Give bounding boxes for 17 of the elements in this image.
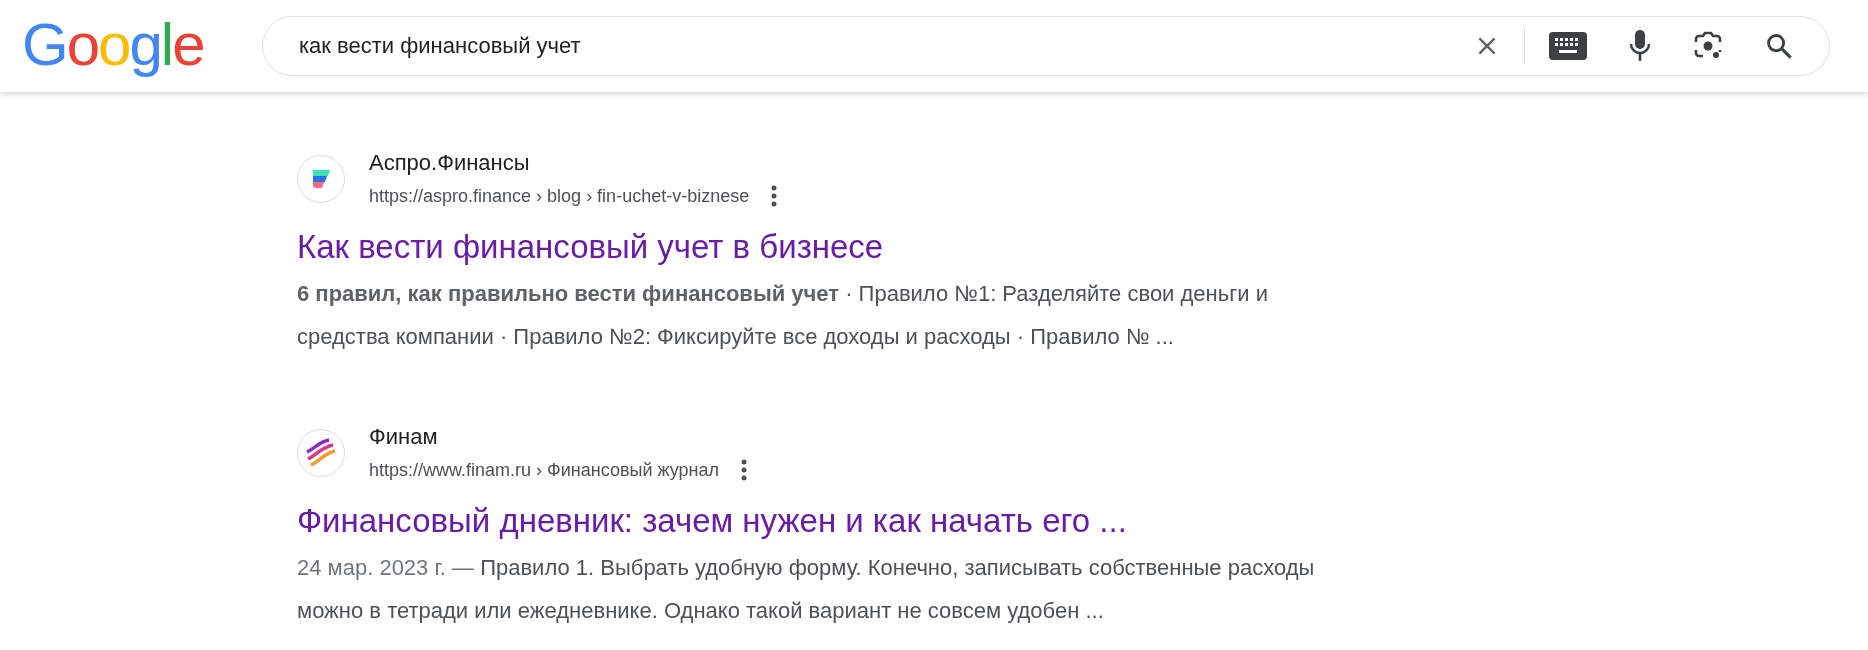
microphone-icon[interactable] [1629, 30, 1651, 62]
result-title-link[interactable]: Финансовый дневник: зачем нужен и как начать его ... [297, 500, 1127, 542]
more-options-icon[interactable] [740, 459, 747, 481]
keyboard-icon[interactable] [1549, 32, 1587, 60]
result-title-link[interactable]: Как вести финансовый учет в бизнесе [297, 226, 884, 268]
more-options-icon[interactable] [771, 185, 778, 207]
result-url[interactable]: https://www.finam.ru › Финансовый журнал [369, 456, 719, 484]
result-snippet: 24 мар. 2023 г. — Правило 1. Выбрать удобную форму. Конечно, записывать собственные расходы можно в тетради или ежедневнике. Однако такой вариант не совсем удобен ... [297, 554, 1316, 625]
search-icon[interactable] [1765, 32, 1793, 60]
camera-icon[interactable] [1693, 31, 1723, 61]
logo[interactable]: Google [22, 9, 262, 79]
result-snippet: 6 правил, как правильно вести финансовый учет · Правило №1: Разделяйте свои деньги и средства компании · Правило №2: Фиксируйте все доходы и расходы · Правило № ... [297, 280, 1269, 351]
result-url[interactable]: https://aspro.finance › blog › fin-uchet-v-biznese [369, 182, 750, 210]
site-name[interactable]: Финам [369, 422, 747, 452]
waves-icon [305, 438, 337, 468]
search-field[interactable]: как вести финансовый учет [299, 33, 1432, 59]
site-name[interactable]: Аспро.Финансы [369, 148, 778, 178]
